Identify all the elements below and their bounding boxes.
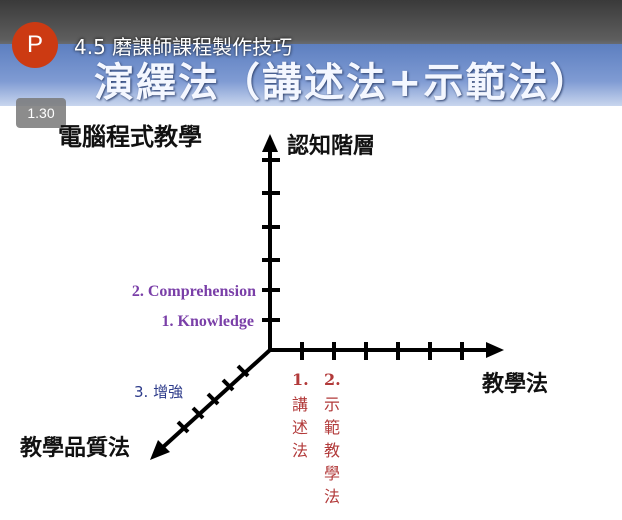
method2-char: 學 bbox=[324, 464, 340, 483]
method1-number: 1. bbox=[292, 370, 309, 389]
vertical-axis-label: 認知階層 bbox=[287, 133, 375, 159]
method2-number: 2. bbox=[324, 370, 341, 389]
horizontal-axis-label: 教學法 bbox=[482, 371, 548, 397]
horizontal-axis-arrow bbox=[486, 342, 504, 358]
reinforcement-label: 3. 增強 bbox=[134, 383, 183, 401]
vertical-axis-arrow bbox=[262, 134, 278, 152]
method2-char: 法 bbox=[324, 487, 340, 506]
level-comprehension-label: 2. Comprehension bbox=[132, 283, 256, 300]
method2-char: 教 bbox=[324, 441, 340, 460]
method2-char: 示 bbox=[324, 395, 340, 414]
method1-char: 講 bbox=[292, 395, 308, 414]
method1-char: 述 bbox=[292, 418, 308, 437]
diagonal-axis-label: 教學品質法 bbox=[20, 435, 130, 461]
method2-char: 範 bbox=[324, 418, 340, 437]
level-knowledge-label: 1. Knowledge bbox=[162, 313, 254, 330]
three-axis-diagram: 電腦程式教學 認知階層 教學法 教學品質法 2. Comprehension 1… bbox=[20, 123, 548, 506]
top-left-label: 電腦程式教學 bbox=[58, 123, 202, 151]
method1-char: 法 bbox=[292, 441, 308, 460]
